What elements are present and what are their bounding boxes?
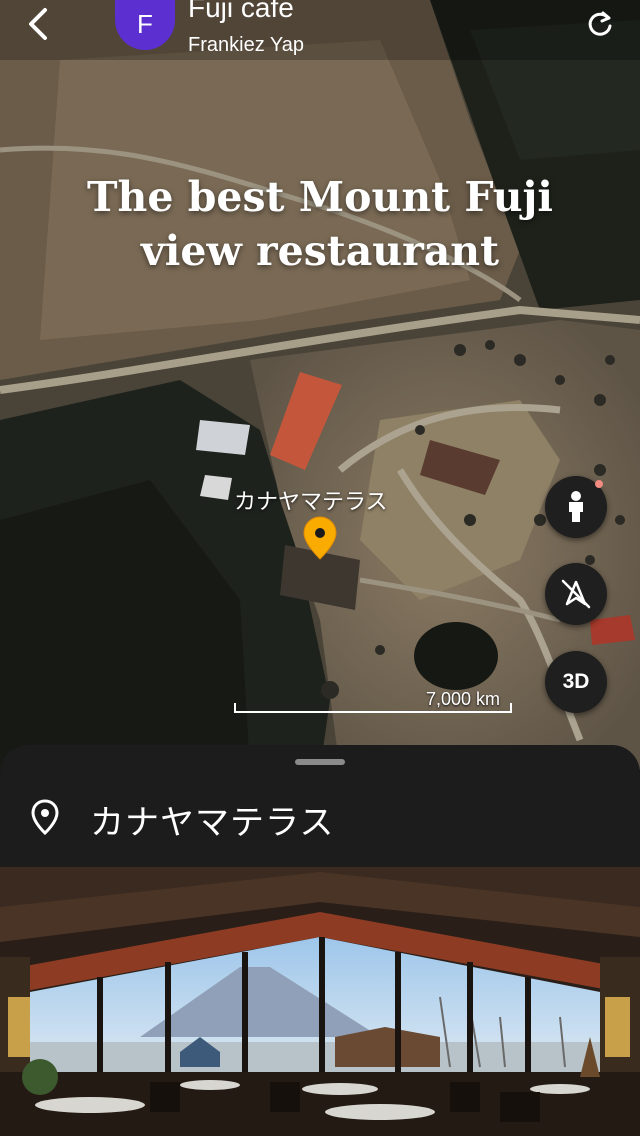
place-photo[interactable]: [0, 867, 640, 1136]
story-title: Fuji cafe: [188, 0, 294, 23]
bottom-sheet[interactable]: カナヤマテラス: [0, 745, 640, 1136]
compass-button[interactable]: [545, 563, 607, 625]
pegman-icon: [569, 491, 583, 522]
avatar-letter: F: [137, 8, 153, 39]
place-marker[interactable]: [302, 515, 338, 561]
map-place-label[interactable]: カナヤマテラス: [234, 484, 388, 516]
story-header: F Fuji cafe Frankiez Yap: [0, 0, 640, 80]
back-arrow-icon: [29, 8, 47, 40]
3d-toggle-button[interactable]: 3D: [545, 651, 607, 713]
restaurant-interior-photo: [0, 867, 640, 1136]
story-author[interactable]: Frankiez Yap: [188, 34, 304, 57]
maps-story-screen: { "header": { "avatar_letter": "F", "tit…: [0, 0, 640, 1136]
map-scale: 7,000 km: [234, 689, 512, 719]
location-marker-icon: [303, 516, 337, 560]
refresh-icon: [588, 11, 612, 36]
notification-dot: [595, 480, 603, 488]
place-name: カナヤマテラス: [90, 804, 335, 842]
street-view-button[interactable]: [545, 476, 607, 538]
back-button[interactable]: [18, 4, 58, 44]
avatar[interactable]: F: [115, 0, 175, 50]
sheet-drag-handle[interactable]: [295, 759, 345, 765]
place-row[interactable]: カナヤマテラス: [0, 775, 640, 865]
location-pin-icon: [31, 799, 59, 835]
story-headline: The best Mount Fuji view restaurant: [40, 170, 600, 278]
headline-line-1: The best Mount Fuji: [87, 173, 553, 221]
satellite-map[interactable]: F Fuji cafe Frankiez Yap The best Mount …: [0, 0, 640, 770]
refresh-button[interactable]: [582, 6, 618, 42]
headline-line-2: view restaurant: [140, 227, 500, 275]
compass-off-icon: [561, 579, 591, 609]
scale-bar: [234, 703, 512, 713]
satellite-imagery: [0, 0, 640, 770]
